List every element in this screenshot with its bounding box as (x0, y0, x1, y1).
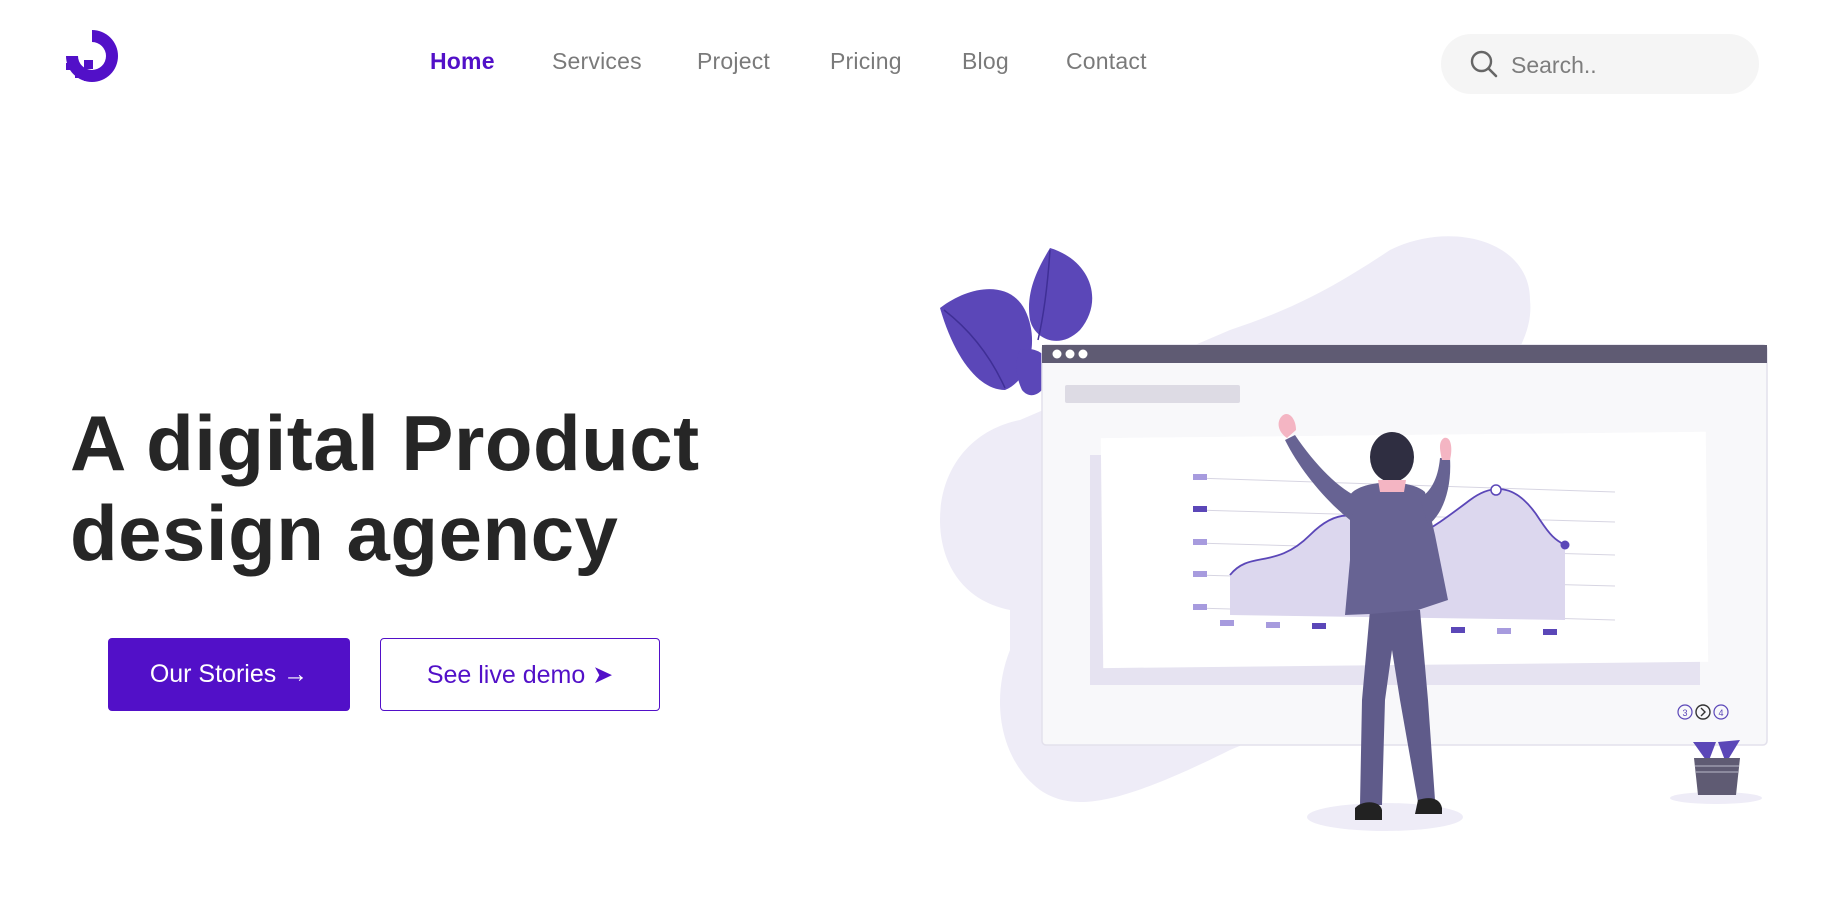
nav-item-blog[interactable]: Blog (962, 48, 1009, 75)
nav-item-home[interactable]: Home (430, 48, 495, 75)
nav-item-contact[interactable]: Contact (1066, 48, 1147, 75)
hero-illustration: 3 4 (940, 236, 1768, 831)
our-stories-button[interactable]: Our Stories → (108, 638, 350, 711)
svg-text:4: 4 (1718, 708, 1723, 718)
search-input[interactable] (1509, 44, 1743, 86)
potted-plant-icon (1670, 740, 1762, 804)
svg-text:3: 3 (1682, 708, 1687, 718)
hero-headline-line2: design agency (70, 489, 619, 577)
nav-item-project[interactable]: Project (697, 48, 770, 75)
search-bar[interactable] (1441, 34, 1759, 94)
logo-icon[interactable] (62, 26, 122, 86)
hero-headline-line1: A digital Product (70, 399, 700, 487)
nav-item-pricing[interactable]: Pricing (830, 48, 902, 75)
hero-headline: A digital Product design agency (70, 398, 700, 578)
nav-item-services[interactable]: Services (552, 48, 642, 75)
see-live-demo-button[interactable]: See live demo ➤ (380, 638, 660, 711)
search-icon[interactable] (1469, 49, 1499, 79)
